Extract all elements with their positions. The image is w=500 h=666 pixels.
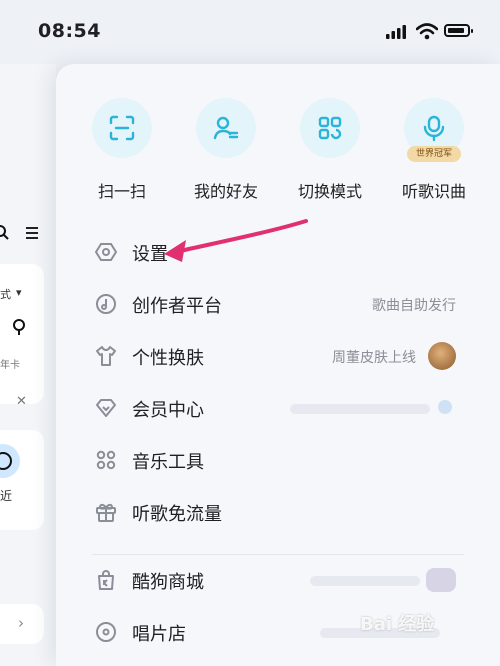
watermark: Bai 经验	[360, 614, 435, 635]
annotation-arrow	[164, 219, 308, 262]
